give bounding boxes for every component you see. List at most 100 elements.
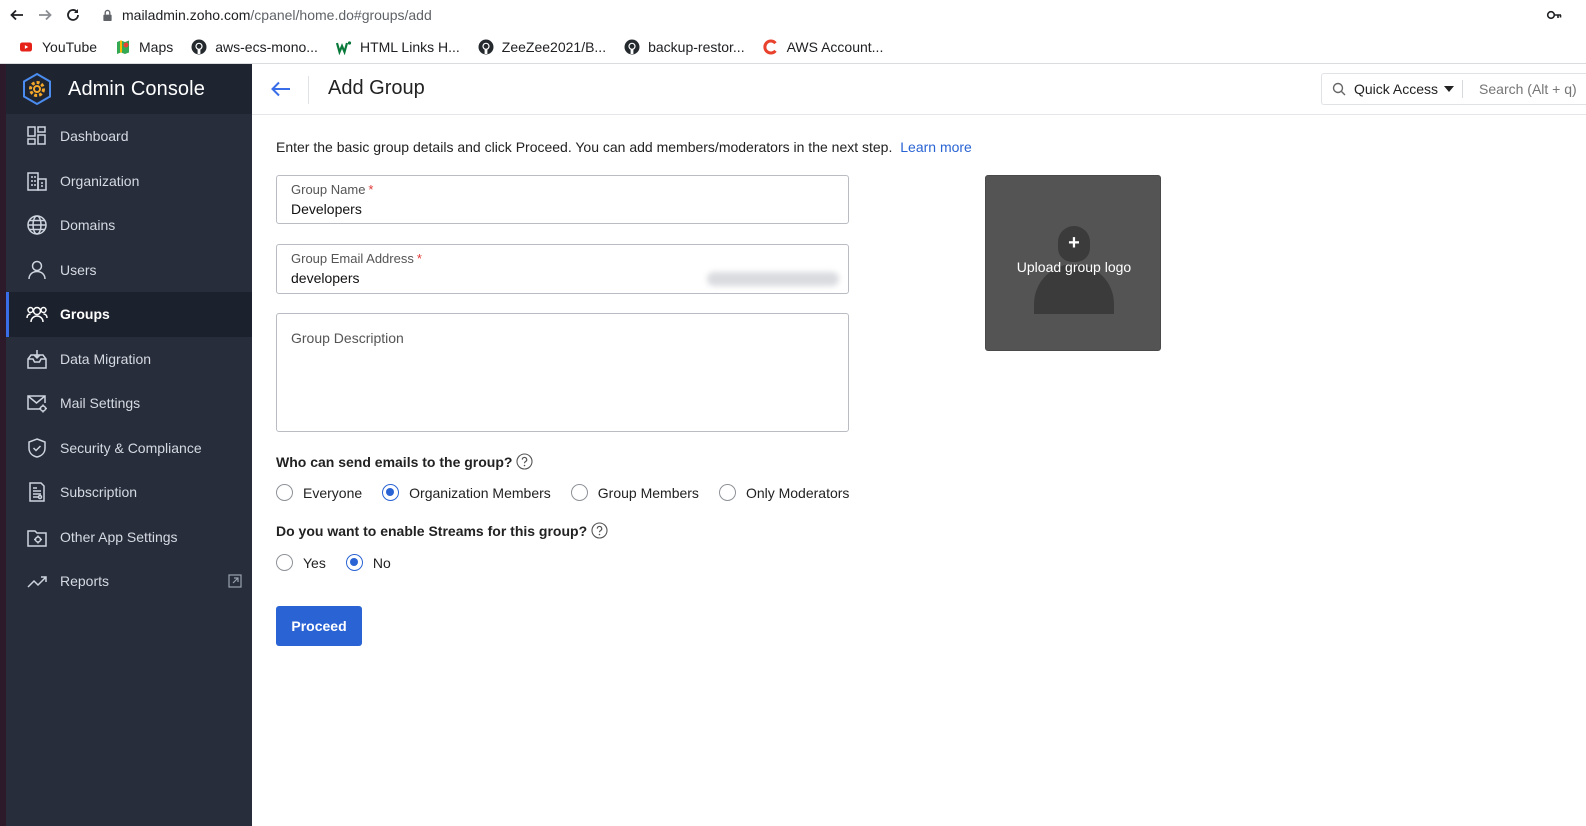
bookmark-html-links[interactable]: HTML Links H... xyxy=(335,39,460,55)
proceed-button[interactable]: Proceed xyxy=(276,606,362,646)
sidebar-item-other-app-settings[interactable]: Other App Settings xyxy=(6,515,252,560)
radio-label: Group Members xyxy=(597,484,699,501)
page-header: Add Group Quick Access xyxy=(252,64,1586,115)
radio-everyone[interactable]: Everyone xyxy=(276,484,362,501)
sidebar-item-label: Organization xyxy=(60,172,140,189)
bookmark-zeezee[interactable]: ZeeZee2021/B... xyxy=(478,39,606,55)
lock-icon[interactable] xyxy=(102,8,114,22)
url-field[interactable]: mailadmin.zoho.com/cpanel/home.do#groups… xyxy=(122,7,432,23)
sidebar-item-label: Users xyxy=(60,261,97,278)
group-email-value[interactable]: developers xyxy=(291,270,360,286)
dashboard-icon xyxy=(26,125,48,147)
learn-more-link[interactable]: Learn more xyxy=(900,139,972,155)
quick-access-dropdown[interactable]: Quick Access xyxy=(1354,81,1438,97)
quick-access-bar: Quick Access xyxy=(1321,73,1586,105)
group-email-field[interactable]: Group Email Address * developers xyxy=(276,244,849,294)
who-can-send-text: Who can send emails to the group? xyxy=(276,453,513,470)
radio-only-moderators[interactable]: Only Moderators xyxy=(718,484,849,501)
youtube-icon xyxy=(18,39,34,55)
sidebar-item-organization[interactable]: Organization xyxy=(6,159,252,204)
mail-settings-icon xyxy=(26,392,48,414)
who-can-send-label: Who can send emails to the group? xyxy=(276,453,534,470)
radio-streams-no[interactable]: No xyxy=(345,554,391,571)
admin-console-logo-icon[interactable] xyxy=(20,72,54,106)
enable-streams-text: Do you want to enable Streams for this g… xyxy=(276,522,588,539)
sidebar-item-mail-settings[interactable]: Mail Settings xyxy=(6,381,252,426)
sidebar-item-groups[interactable]: Groups xyxy=(6,292,252,337)
search-icon[interactable] xyxy=(1332,82,1346,96)
sidebar-item-reports[interactable]: Reports xyxy=(6,559,252,604)
page-title: Add Group xyxy=(328,77,425,99)
sidebar-item-label: Other App Settings xyxy=(60,528,178,545)
bookmark-youtube[interactable]: YouTube xyxy=(18,39,97,55)
upload-group-logo[interactable]: + Upload group logo xyxy=(985,175,1161,351)
c-icon xyxy=(763,39,779,55)
browser-address-bar: mailadmin.zoho.com/cpanel/home.do#groups… xyxy=(0,0,1586,30)
bookmarks-bar: YouTube Maps aws-ecs-mono... HTML Links … xyxy=(0,30,1586,64)
radio-circle[interactable] xyxy=(382,484,400,501)
sidebar-menu: Dashboard Organization Domains Users Gro… xyxy=(6,114,252,604)
back-arrow-icon[interactable] xyxy=(6,4,28,26)
radio-streams-yes[interactable]: Yes xyxy=(276,554,326,571)
sidebar-item-label: Dashboard xyxy=(60,128,129,145)
group-email-label: Group Email Address * xyxy=(291,251,422,266)
forward-arrow-icon[interactable] xyxy=(34,4,56,26)
sidebar-item-label: Reports xyxy=(60,573,110,590)
github-icon xyxy=(191,39,207,55)
plus-icon: + xyxy=(1068,232,1080,254)
sidebar-title: Admin Console xyxy=(68,77,205,100)
organization-icon xyxy=(26,170,48,192)
sidebar-item-domains[interactable]: Domains xyxy=(6,203,252,248)
radio-circle[interactable] xyxy=(718,484,736,501)
bookmark-label: Maps xyxy=(139,38,174,55)
radio-organization-members[interactable]: Organization Members xyxy=(382,484,551,501)
external-link-icon[interactable] xyxy=(228,574,242,588)
radio-group-members[interactable]: Group Members xyxy=(570,484,699,501)
group-description-placeholder: Group Description xyxy=(291,330,404,346)
help-icon[interactable] xyxy=(591,522,608,539)
reload-icon[interactable] xyxy=(62,4,84,26)
sidebar-item-users[interactable]: Users xyxy=(6,248,252,293)
sidebar: Admin Console Dashboard Organization Dom… xyxy=(6,64,252,826)
maps-icon xyxy=(115,39,131,55)
chevron-down-icon[interactable] xyxy=(1444,86,1455,92)
url-host: mailadmin.zoho.com xyxy=(122,7,251,23)
radio-circle[interactable] xyxy=(276,484,293,501)
key-icon[interactable] xyxy=(1546,7,1562,23)
search-input[interactable] xyxy=(1479,81,1586,97)
sidebar-item-security[interactable]: Security & Compliance xyxy=(6,426,252,471)
group-name-field[interactable]: Group Name * Developers xyxy=(276,175,849,224)
bookmark-maps[interactable]: Maps xyxy=(115,39,173,55)
bookmark-aws-ecs[interactable]: aws-ecs-mono... xyxy=(191,39,318,55)
radio-circle[interactable] xyxy=(570,484,588,501)
radio-label: Yes xyxy=(303,554,326,571)
github-icon xyxy=(478,39,494,55)
group-description-field[interactable]: Group Description xyxy=(276,313,849,432)
bookmark-label: backup-restor... xyxy=(648,38,745,55)
radio-label: No xyxy=(372,554,391,571)
radio-label: Everyone xyxy=(303,484,363,501)
user-icon xyxy=(26,259,48,281)
sidebar-item-label: Security & Compliance xyxy=(60,439,202,456)
bookmark-backup-restore[interactable]: backup-restor... xyxy=(624,39,745,55)
back-arrow-button[interactable] xyxy=(270,78,292,100)
divider xyxy=(1462,80,1464,98)
help-icon[interactable] xyxy=(516,453,534,470)
sidebar-item-subscription[interactable]: Subscription xyxy=(6,470,252,515)
bookmark-label: AWS Account... xyxy=(786,38,884,55)
email-domain-redacted xyxy=(707,272,839,286)
sidebar-item-label: Domains xyxy=(60,217,116,234)
sidebar-item-label: Mail Settings xyxy=(60,395,141,412)
bookmark-aws-account[interactable]: AWS Account... xyxy=(763,38,884,55)
sidebar-item-data-migration[interactable]: Data Migration xyxy=(6,337,252,382)
header-divider xyxy=(308,76,309,104)
radio-circle[interactable] xyxy=(345,554,363,571)
group-name-label: Group Name * xyxy=(291,182,373,197)
bookmark-label: ZeeZee2021/B... xyxy=(501,38,607,55)
data-migration-icon xyxy=(26,348,48,370)
sidebar-item-dashboard[interactable]: Dashboard xyxy=(6,114,252,159)
group-name-value[interactable]: Developers xyxy=(291,201,362,217)
radio-circle[interactable] xyxy=(276,554,293,571)
github-icon xyxy=(624,39,640,55)
enable-streams-options: Yes No xyxy=(276,554,411,571)
